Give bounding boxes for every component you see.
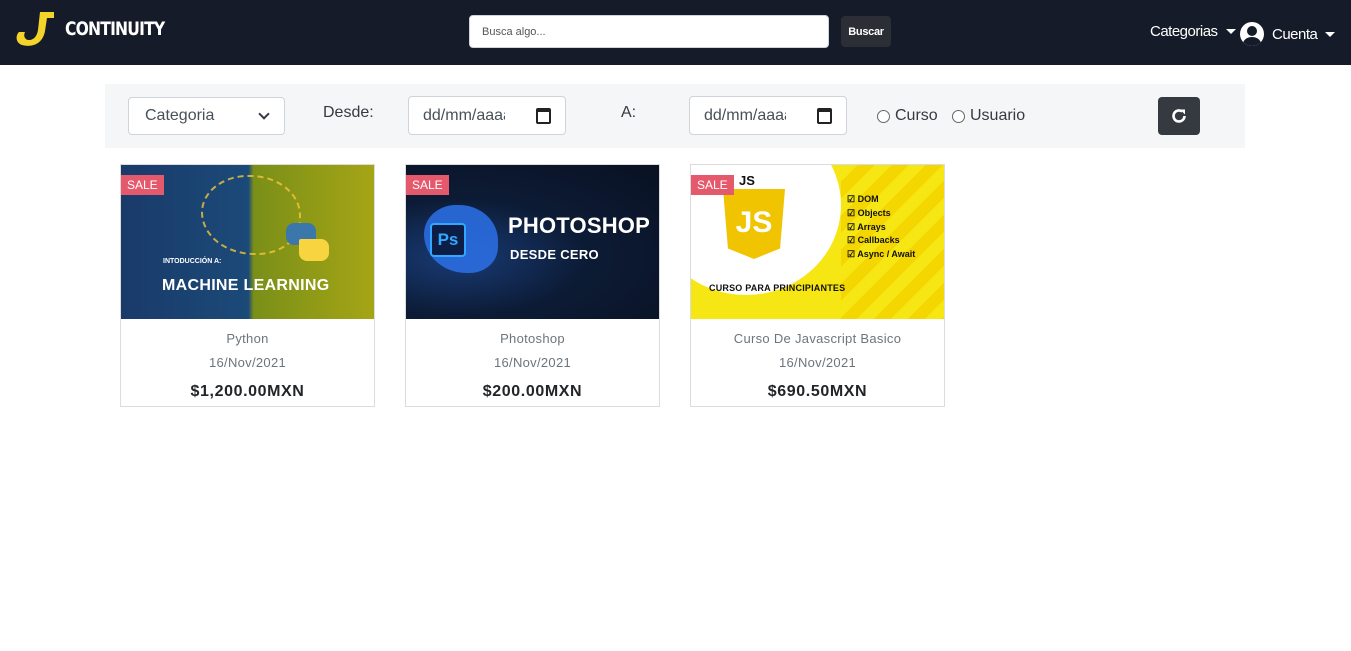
category-select[interactable]: Categoria [128, 97, 285, 135]
brand-name: CONTINUITY [65, 18, 165, 40]
product-title[interactable]: Python [121, 331, 374, 346]
radio-button[interactable] [877, 109, 890, 123]
product-image[interactable]: SALE Ps PHOTOSHOP DESDE CERO [406, 165, 659, 319]
topic-item: Arrays [847, 221, 915, 235]
product-title[interactable]: Curso De Javascript Basico [691, 331, 944, 346]
image-headline: PHOTOSHOP [508, 213, 650, 238]
product-date: 16/Nov/2021 [493, 355, 572, 370]
categories-label: Categorias [1150, 23, 1218, 40]
javascript-logo-icon: JS [723, 189, 785, 259]
brand[interactable]: CONTINUITY [14, 9, 186, 49]
product-price: $690.50MXN [767, 383, 868, 400]
product-image[interactable]: SALE JS JS DOM Objects Arrays Callbacks … [691, 165, 944, 319]
top-navbar: CONTINUITY Buscar Categorias Cuenta [0, 0, 1351, 65]
product-date: 16/Nov/2021 [778, 355, 857, 370]
refresh-button[interactable] [1158, 97, 1200, 135]
search-input[interactable] [469, 15, 829, 48]
radio-user-label: Usuario [970, 107, 1026, 124]
image-footer-text: CURSO PARA PRINCIPIANTES [709, 283, 846, 293]
radio-button[interactable] [952, 109, 965, 123]
chevron-down-icon [1325, 31, 1336, 37]
sale-badge: SALE [406, 175, 449, 195]
sale-badge: SALE [691, 175, 734, 195]
to-label: A: [621, 104, 637, 121]
image-subtitle: DESDE CERO [510, 247, 599, 262]
product-price: $200.00MXN [482, 383, 583, 400]
product-title[interactable]: Photoshop [406, 331, 659, 346]
radio-course-label: Curso [895, 107, 938, 124]
user-avatar-icon [1240, 22, 1264, 46]
radio-course[interactable]: Curso [877, 107, 938, 125]
brain-icon [201, 175, 301, 255]
from-label: Desde: [323, 104, 374, 121]
sale-badge: SALE [121, 175, 164, 195]
calendar-icon[interactable] [817, 107, 832, 124]
topic-item: Async / Await [847, 248, 915, 262]
product-card[interactable]: SALE INTODUCCIÓN A: MACHINE LEARNING Pyt… [120, 164, 375, 407]
product-price: $1,200.00MXN [190, 383, 305, 400]
category-select-value: Categoria [145, 107, 215, 124]
filter-bar: Categoria Desde: dd/mm/aaaa A: dd/mm/aaa… [105, 84, 1245, 148]
topic-item: DOM [847, 193, 915, 207]
product-date: 16/Nov/2021 [208, 355, 287, 370]
from-date-input[interactable]: dd/mm/aaaa [408, 96, 566, 135]
product-image[interactable]: SALE INTODUCCIÓN A: MACHINE LEARNING [121, 165, 374, 319]
account-label: Cuenta [1272, 25, 1318, 43]
image-tag: JS [739, 173, 755, 188]
chevron-down-icon [1225, 29, 1236, 34]
topic-item: Objects [847, 207, 915, 221]
search-button[interactable]: Buscar [841, 16, 891, 47]
chevron-down-icon [258, 108, 270, 120]
from-date-placeholder: dd/mm/aaaa [423, 106, 505, 124]
product-card[interactable]: SALE Ps PHOTOSHOP DESDE CERO Photoshop 1… [405, 164, 660, 407]
topic-list: DOM Objects Arrays Callbacks Async / Awa… [847, 193, 915, 262]
python-logo-icon-part [299, 239, 329, 261]
image-intro-text: INTODUCCIÓN A: [163, 258, 222, 265]
account-dropdown[interactable]: Cuenta [1240, 22, 1336, 46]
topic-item: Callbacks [847, 234, 915, 248]
photoshop-logo-icon: Ps [430, 223, 466, 257]
calendar-icon[interactable] [536, 107, 551, 124]
image-headline: MACHINE LEARNING [162, 277, 330, 294]
brand-logo-icon [16, 12, 55, 46]
to-date-placeholder: dd/mm/aaaa [704, 106, 786, 124]
categories-dropdown[interactable]: Categorias [1150, 23, 1236, 40]
product-card[interactable]: SALE JS JS DOM Objects Arrays Callbacks … [690, 164, 945, 407]
refresh-icon [1172, 109, 1186, 123]
radio-user[interactable]: Usuario [952, 107, 1025, 125]
to-date-input[interactable]: dd/mm/aaaa [689, 96, 847, 135]
